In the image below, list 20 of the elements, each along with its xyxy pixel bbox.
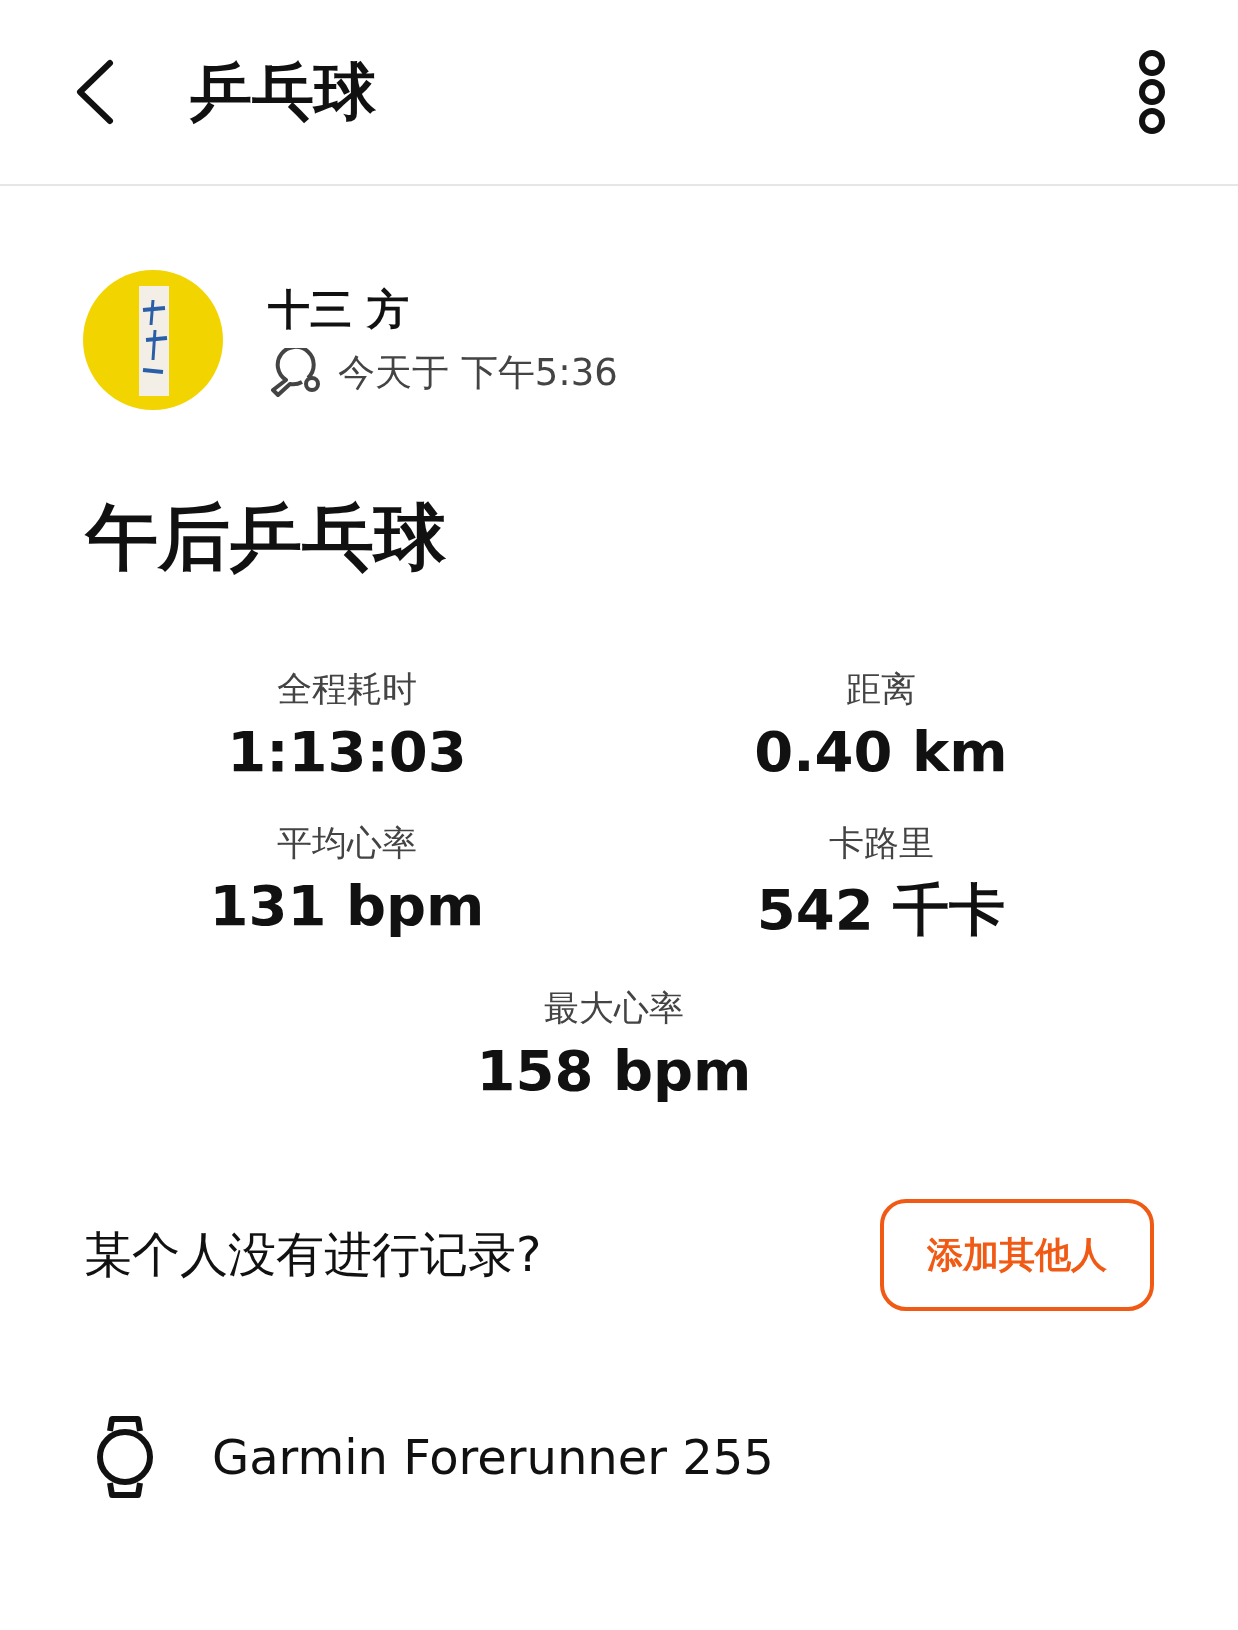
add-athlete-prompt: 某个人没有进行记录? — [84, 1225, 542, 1284]
stat-value: 1:13:03 — [227, 719, 467, 784]
activity-title: 午后乒乓球 — [86, 495, 446, 579]
activity-time: 今天于 下午5:36 — [338, 350, 618, 396]
stat-label: 平均心率 — [277, 822, 417, 865]
stat-label: 卡路里 — [828, 822, 934, 865]
device-name: Garmin Forerunner 255 — [212, 1429, 774, 1485]
more-menu-button[interactable] — [1136, 49, 1168, 135]
stat-label: 距离 — [846, 668, 916, 711]
page-title: 乒乓球 — [190, 54, 377, 130]
stat-value: 158 bpm — [476, 1038, 752, 1103]
add-others-button[interactable]: 添加其他人 — [880, 1199, 1154, 1311]
ping-pong-paddle-icon — [268, 348, 322, 398]
athlete-name: 十三 方 — [268, 284, 410, 336]
stat-value: 131 bpm — [209, 873, 485, 938]
stat-label: 最大心率 — [544, 987, 684, 1030]
stat-value: 0.40 km — [754, 719, 1008, 784]
stat-value: 542 千卡 — [756, 876, 1006, 944]
watch-icon — [96, 1415, 154, 1499]
stat-label: 全程耗时 — [277, 668, 417, 711]
